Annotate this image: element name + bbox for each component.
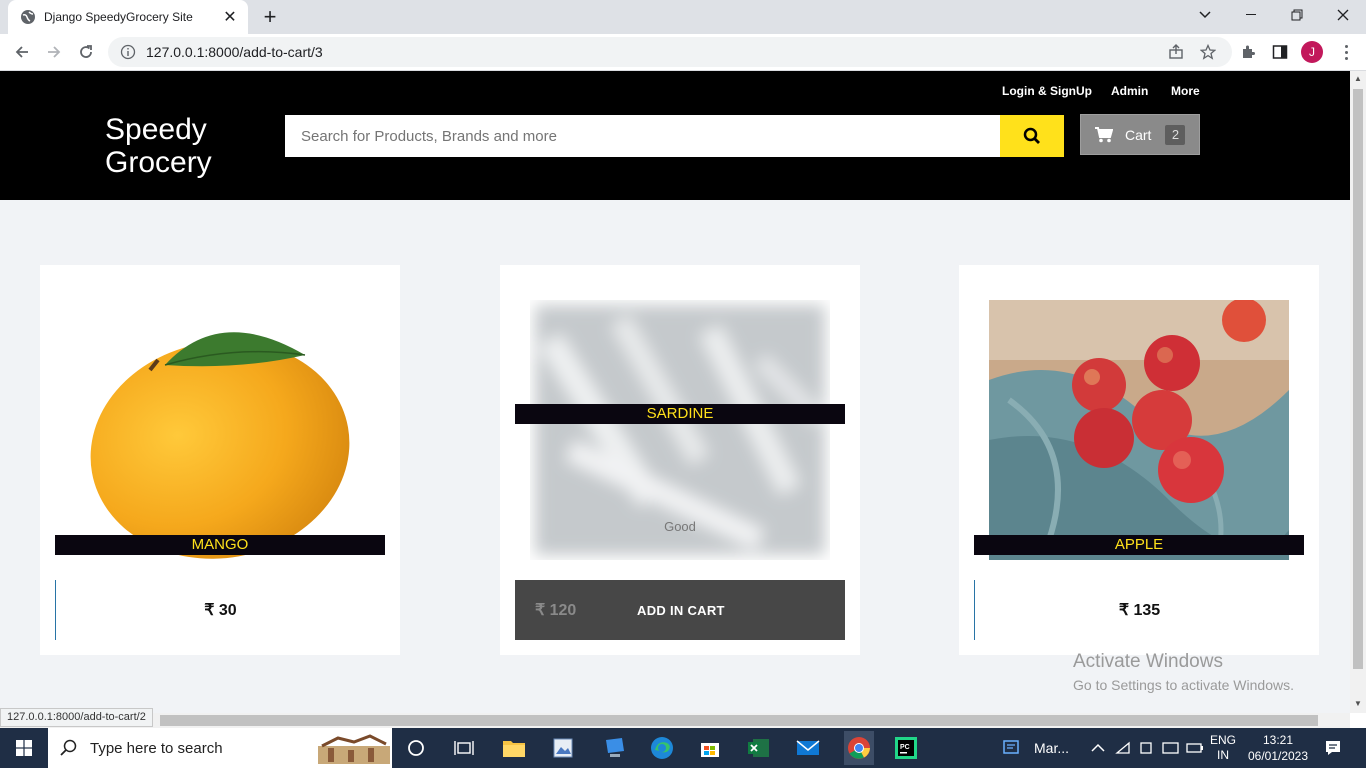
product-card-sardine[interactable]: SARDINE Good ₹ 120 ADD IN CART [500, 265, 860, 655]
price-box: ₹ 30 [55, 580, 385, 640]
chrome-icon[interactable] [844, 731, 874, 765]
site-header: Speedy Grocery Login & SignUp Admin More… [0, 71, 1350, 200]
add-in-cart-button[interactable]: ADD IN CART [637, 603, 725, 618]
windows-taskbar: Type here to search PC Mar... ENG IN 13:… [0, 728, 1366, 768]
login-signup-link[interactable]: Login & SignUp [1002, 84, 1092, 98]
display-icon[interactable] [1162, 728, 1180, 768]
meet-now-icon[interactable] [1139, 728, 1155, 768]
horizontal-scrollbar[interactable] [0, 713, 1350, 728]
network-icon[interactable] [1115, 728, 1133, 768]
close-window-icon[interactable] [1320, 0, 1366, 30]
brand-line-2: Grocery [105, 146, 212, 179]
browser-tab-strip: Django SpeedyGrocery Site ✕ + [0, 0, 1366, 34]
product-price: ₹ 120 [535, 602, 577, 619]
activate-title: Activate Windows [1073, 651, 1223, 672]
scroll-up-arrow-icon[interactable]: ▲ [1354, 74, 1362, 83]
taskbar-pinned-app[interactable]: Mar... [1002, 728, 1069, 768]
photos-app-icon[interactable] [549, 734, 577, 762]
clock-time: 13:21 [1262, 733, 1294, 747]
site-info-icon[interactable] [120, 44, 136, 60]
globe-icon [20, 9, 36, 25]
cart-button[interactable]: Cart 2 [1080, 114, 1200, 155]
share-icon[interactable] [1166, 42, 1186, 62]
product-name: MANGO [55, 535, 385, 555]
svg-text:PC: PC [900, 744, 910, 751]
cart-count-badge: 2 [1165, 124, 1186, 145]
product-name: APPLE [974, 535, 1304, 555]
extensions-icon[interactable] [1238, 42, 1258, 62]
activate-windows-watermark: Activate Windows Go to Settings to activ… [1073, 651, 1294, 693]
reload-icon[interactable] [72, 38, 100, 66]
battery-icon[interactable] [1186, 728, 1204, 768]
taskbar-clock[interactable]: 13:21 06/01/2023 [1242, 732, 1314, 764]
menu-kebab-icon[interactable] [1336, 42, 1356, 62]
cart-label: Cart [1125, 126, 1152, 143]
price-box: ₹ 135 [974, 580, 1304, 640]
minimize-icon[interactable] [1228, 0, 1274, 30]
product-price: ₹ 135 [1118, 602, 1161, 619]
add-in-cart-bar[interactable]: ₹ 120 ADD IN CART [515, 580, 845, 640]
region-code: IN [1217, 748, 1229, 762]
browser-toolbar: 127.0.0.1:8000/add-to-cart/3 J [0, 34, 1366, 71]
taskbar-search-box[interactable]: Type here to search [48, 728, 392, 768]
restore-icon[interactable] [1274, 0, 1320, 30]
admin-link[interactable]: Admin [1111, 84, 1148, 98]
computer-app-icon[interactable] [600, 734, 628, 762]
profile-avatar[interactable]: J [1301, 41, 1323, 63]
more-link[interactable]: More [1171, 84, 1200, 98]
mango-image[interactable] [70, 300, 370, 560]
site-logo[interactable]: Speedy Grocery [105, 113, 212, 179]
vertical-scrollbar[interactable]: ▲ ▼ [1350, 71, 1366, 713]
activate-subtitle: Go to Settings to activate Windows. [1073, 677, 1294, 693]
edge-browser-icon[interactable] [648, 734, 676, 762]
search-button[interactable] [1000, 115, 1064, 157]
cart-icon [1095, 126, 1113, 142]
mail-icon[interactable] [794, 734, 822, 762]
microsoft-store-icon[interactable] [696, 734, 724, 762]
taskbar-search-text: Type here to search [90, 739, 223, 757]
task-view-icon[interactable] [450, 734, 478, 762]
scrollbar-thumb[interactable] [1353, 89, 1363, 669]
browser-tab[interactable]: Django SpeedyGrocery Site ✕ [8, 0, 248, 34]
search-input[interactable] [285, 115, 1000, 157]
pycharm-icon[interactable]: PC [892, 734, 920, 762]
search-icon [1023, 127, 1040, 144]
back-icon[interactable] [8, 38, 36, 66]
product-name: SARDINE [515, 404, 845, 424]
cortana-icon[interactable] [402, 734, 430, 762]
tab-search-icon[interactable] [1182, 0, 1228, 30]
scrollbar-thumb[interactable] [160, 715, 1318, 726]
clock-date: 06/01/2023 [1247, 749, 1309, 763]
brand-line-1: Speedy [105, 113, 207, 146]
search-icon [60, 739, 77, 756]
show-hidden-icons-icon[interactable] [1091, 728, 1105, 768]
address-bar[interactable]: 127.0.0.1:8000/add-to-cart/3 [108, 37, 1232, 67]
notifications-icon[interactable] [1324, 728, 1342, 768]
language-code: ENG [1210, 733, 1237, 747]
taskbar-app-label: Mar... [1034, 740, 1070, 756]
windows-start-icon[interactable] [0, 728, 48, 768]
forward-icon[interactable] [40, 38, 68, 66]
document-app-icon [1003, 740, 1019, 754]
new-tab-icon[interactable]: + [258, 4, 282, 29]
side-panel-icon[interactable] [1270, 42, 1290, 62]
language-indicator[interactable]: ENG IN [1210, 728, 1236, 768]
scroll-down-arrow-icon[interactable]: ▼ [1354, 699, 1362, 708]
product-description: Good [664, 519, 696, 534]
tab-title: Django SpeedyGrocery Site [44, 10, 193, 24]
file-explorer-icon[interactable] [500, 734, 528, 762]
product-price: ₹ 30 [204, 602, 237, 619]
close-tab-icon[interactable]: ✕ [222, 9, 238, 26]
status-bar-url: 127.0.0.1:8000/add-to-cart/2 [0, 708, 153, 727]
search-highlight-icon [318, 734, 390, 764]
product-card-apple[interactable]: APPLE ₹ 135 [959, 265, 1319, 655]
url-text: 127.0.0.1:8000/add-to-cart/3 [146, 44, 323, 60]
product-card-mango[interactable]: MANGO ₹ 30 [40, 265, 400, 655]
apple-image[interactable] [989, 300, 1289, 560]
excel-icon[interactable] [745, 734, 773, 762]
bookmark-star-icon[interactable] [1198, 42, 1218, 62]
page-viewport: Speedy Grocery Login & SignUp Admin More… [0, 71, 1350, 713]
